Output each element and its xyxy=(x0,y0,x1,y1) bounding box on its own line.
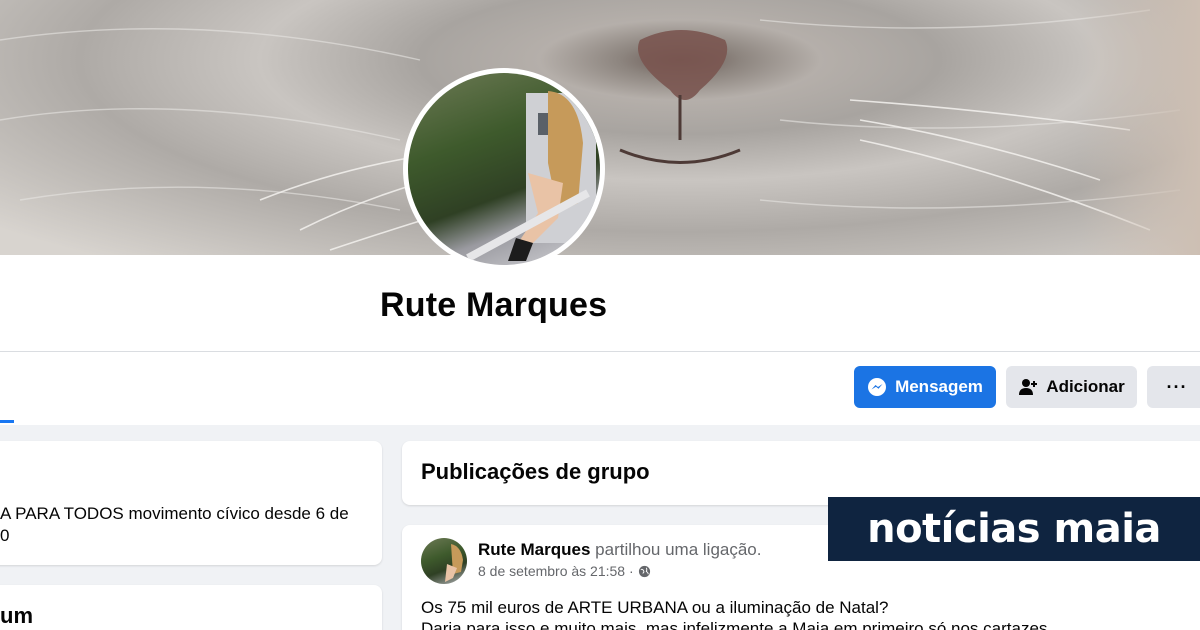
post-author-line: Rute Marques partilhou uma ligação. xyxy=(478,540,761,560)
post-text-line-2: Daria para isso e muito mais, mas infeli… xyxy=(421,619,1048,630)
intro-text-line-2: 0 xyxy=(0,526,10,545)
post-text-line-1: Os 75 mil euros de ARTE URBANA ou a ilum… xyxy=(421,598,889,617)
album-card xyxy=(0,585,382,630)
avatar-photo xyxy=(408,73,600,265)
profile-name[interactable]: Rute Marques xyxy=(380,286,607,325)
add-friend-button-label: Adicionar xyxy=(1046,377,1125,396)
add-friend-button[interactable]: Adicionar xyxy=(1006,366,1137,408)
globe-icon xyxy=(638,565,650,577)
album-title: um xyxy=(0,603,33,628)
group-posts-title: Publicações de grupo xyxy=(421,459,650,484)
avatar-art xyxy=(466,91,596,262)
messenger-icon xyxy=(868,378,887,396)
post-author-name[interactable]: Rute Marques xyxy=(478,540,590,559)
brand-watermark: notícias maia xyxy=(828,497,1200,561)
post-meta: 8 de setembro às 21:58 · xyxy=(478,563,651,579)
post-avatar-art xyxy=(445,544,463,582)
add-friend-icon xyxy=(1019,379,1038,395)
intro-text: A PARA TODOS movimento cívico desde 6 de… xyxy=(0,503,372,547)
brand-logo-text: notícias maia xyxy=(867,506,1161,552)
message-button[interactable]: Mensagem xyxy=(854,366,996,408)
post-author-avatar[interactable] xyxy=(421,538,467,584)
more-icon: ··· xyxy=(1166,376,1188,397)
post-date[interactable]: 8 de setembro às 21:58 · xyxy=(478,563,634,579)
cover-photo-art xyxy=(0,9,1181,251)
cover-photo[interactable] xyxy=(0,0,1200,255)
profile-avatar[interactable] xyxy=(403,68,605,270)
intro-text-line-1: A PARA TODOS movimento cívico desde 6 de xyxy=(0,504,349,523)
active-tab-indicator xyxy=(0,420,14,423)
post-action-text: partilhou uma ligação. xyxy=(595,540,762,559)
more-options-button[interactable]: ··· xyxy=(1147,366,1200,408)
header-divider xyxy=(0,351,1200,352)
message-button-label: Mensagem xyxy=(895,377,983,396)
